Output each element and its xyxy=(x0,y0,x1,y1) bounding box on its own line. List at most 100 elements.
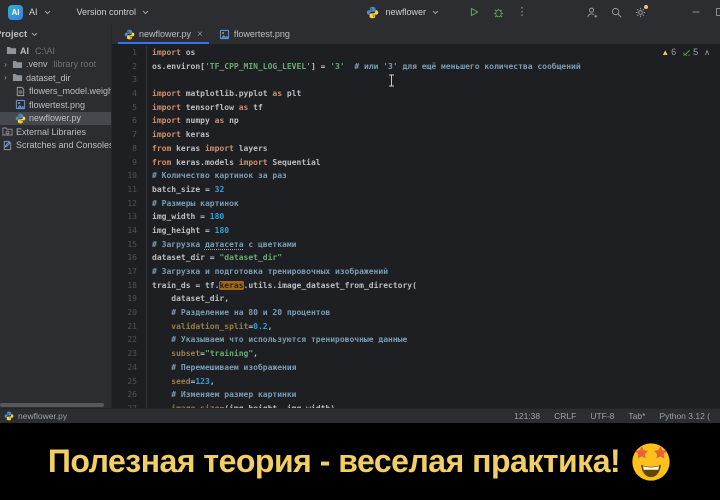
minimize-button[interactable] xyxy=(687,3,705,21)
chevron-right-icon[interactable]: › xyxy=(2,73,9,82)
line-number[interactable]: 18 xyxy=(112,279,146,293)
line-number[interactable]: 24 xyxy=(112,361,146,375)
run-configuration-selector[interactable]: newflower xyxy=(385,7,426,17)
maximize-button[interactable] xyxy=(711,3,720,21)
chevron-right-icon[interactable]: › xyxy=(2,60,9,69)
code-line[interactable]: 17# Загрузка и подготовка тренировочных … xyxy=(112,265,720,279)
code-line[interactable]: 22 # Указываем что используются трениров… xyxy=(112,333,720,347)
tree-item-ai[interactable]: AIC:\AI xyxy=(0,44,111,58)
more-actions-button[interactable]: ⋮ xyxy=(513,3,531,21)
code-line[interactable]: 24 # Перемешиваем изображения xyxy=(112,361,720,375)
code-line[interactable]: 15# Загрузка датасета с цветками xyxy=(112,238,720,252)
code-line[interactable]: 4import matplotlib.pyplot as plt xyxy=(112,87,720,101)
run-button[interactable] xyxy=(465,3,483,21)
line-number[interactable]: 2 xyxy=(112,60,146,74)
status-encoding[interactable]: UTF-8 xyxy=(590,411,614,421)
chevron-down-icon xyxy=(432,10,439,15)
line-number[interactable]: 26 xyxy=(112,388,146,402)
code-line[interactable]: 21 validation_split=0.2, xyxy=(112,320,720,334)
search-everywhere-button[interactable] xyxy=(607,3,625,21)
line-number[interactable]: 25 xyxy=(112,375,146,389)
code-editor[interactable]: 1import os2os.environ['TF_CPP_MIN_LOG_LE… xyxy=(112,44,720,408)
close-icon[interactable]: × xyxy=(197,29,203,40)
code-line[interactable]: 20 # Разделение на 80 и 20 процентов xyxy=(112,306,720,320)
warnings-count[interactable]: ▲ 6 xyxy=(661,47,676,57)
line-number[interactable]: 5 xyxy=(112,101,146,115)
code-line[interactable]: 10# Количество картинок за раз xyxy=(112,169,720,183)
line-number[interactable]: 19 xyxy=(112,292,146,306)
code-line[interactable]: 14img_height = 180 xyxy=(112,224,720,238)
tree-item-label: AI xyxy=(20,46,29,56)
line-number[interactable]: 21 xyxy=(112,320,146,334)
inspections-widget[interactable]: ▲ 6 5 ∧ xyxy=(661,47,710,57)
status-indent[interactable]: Tab* xyxy=(628,411,645,421)
code-line[interactable]: 12# Размеры картинок xyxy=(112,197,720,211)
breadcrumb-file-name[interactable]: newflower.py xyxy=(18,411,67,421)
line-number[interactable]: 7 xyxy=(112,128,146,142)
line-number[interactable]: 11 xyxy=(112,183,146,197)
project-widget-label[interactable]: AI xyxy=(29,7,38,17)
code-line[interactable]: 5import tensorflow as tf xyxy=(112,101,720,115)
code-line[interactable]: 3 xyxy=(112,73,720,87)
navigation-breadcrumb[interactable]: newflower.py xyxy=(4,411,67,421)
code-lines: 1import os2os.environ['TF_CPP_MIN_LOG_LE… xyxy=(112,46,720,408)
tree-item-flowertest-png[interactable]: flowertest.png xyxy=(0,98,111,112)
line-number[interactable]: 12 xyxy=(112,197,146,211)
vcs-widget-label[interactable]: Version control xyxy=(77,7,137,17)
status-line-ending[interactable]: CRLF xyxy=(554,411,576,421)
tree-item-dataset-dir[interactable]: ›dataset_dir xyxy=(0,71,111,85)
code-line[interactable]: 2os.environ['TF_CPP_MIN_LOG_LEVEL'] = '3… xyxy=(112,60,720,74)
code-line[interactable]: 16dataset_dir = "dataset_dir" xyxy=(112,251,720,265)
weak-warnings-count[interactable]: 5 xyxy=(682,47,698,57)
line-number[interactable]: 23 xyxy=(112,347,146,361)
line-number[interactable]: 10 xyxy=(112,169,146,183)
code-line[interactable]: 8from keras import layers xyxy=(112,142,720,156)
status-interpreter[interactable]: Python 3.12 ( xyxy=(659,411,710,421)
settings-button[interactable] xyxy=(631,3,649,21)
line-number[interactable]: 20 xyxy=(112,306,146,320)
tree-item-scratches-and-consoles[interactable]: Scratches and Consoles xyxy=(0,139,111,153)
code-text: # Перемешиваем изображения xyxy=(146,361,720,375)
code-line[interactable]: 27 image_size=(img_height, img_width), xyxy=(112,402,720,408)
code-line[interactable]: 9from keras.models import Sequential xyxy=(112,156,720,170)
line-number[interactable]: 22 xyxy=(112,333,146,347)
code-line[interactable]: 13img_width = 180 xyxy=(112,210,720,224)
tab-newflower-py[interactable]: newflower.py× xyxy=(116,24,211,44)
tab-flowertest-png[interactable]: flowertest.png xyxy=(211,24,298,44)
python-icon xyxy=(124,29,135,40)
line-number[interactable]: 14 xyxy=(112,224,146,238)
line-number[interactable]: 16 xyxy=(112,251,146,265)
code-line[interactable]: 23 subset="training", xyxy=(112,347,720,361)
panel-horizontal-scrollbar[interactable] xyxy=(0,403,104,407)
line-number[interactable]: 17 xyxy=(112,265,146,279)
project-panel-header[interactable]: Project xyxy=(0,24,111,44)
code-line[interactable]: 7import keras xyxy=(112,128,720,142)
code-line[interactable]: 18train_ds = tf.keras.utils.image_datase… xyxy=(112,279,720,293)
tree-item-external-libraries[interactable]: External Libraries xyxy=(0,125,111,139)
code-text: image_size=(img_height, img_width), xyxy=(146,402,720,408)
line-number[interactable]: 8 xyxy=(112,142,146,156)
tree-item-flowers-model-weights-h5[interactable]: flowers_model.weights.h5 xyxy=(0,85,111,99)
debug-button[interactable] xyxy=(489,3,507,21)
status-caret-position[interactable]: 121:38 xyxy=(514,411,540,421)
code-line[interactable]: 6import numpy as np xyxy=(112,114,720,128)
code-text: train_ds = tf.keras.utils.image_dataset_… xyxy=(146,279,720,293)
tree-item-newflower-py[interactable]: newflower.py xyxy=(0,112,111,126)
code-line[interactable]: 26 # Изменяем размер картинки xyxy=(112,388,720,402)
line-number[interactable]: 3 xyxy=(112,73,146,87)
tree-item-venv[interactable]: ›.venvlibrary root xyxy=(0,58,111,72)
code-line[interactable]: 1import os xyxy=(112,46,720,60)
code-line[interactable]: 25 seed=123, xyxy=(112,375,720,389)
line-number[interactable]: 6 xyxy=(112,114,146,128)
code-with-me-button[interactable] xyxy=(583,3,601,21)
line-number[interactable]: 13 xyxy=(112,210,146,224)
code-line[interactable]: 11batch_size = 32 xyxy=(112,183,720,197)
line-number[interactable]: 15 xyxy=(112,238,146,252)
line-number[interactable]: 9 xyxy=(112,156,146,170)
line-number[interactable]: 4 xyxy=(112,87,146,101)
line-number[interactable]: 27 xyxy=(112,402,146,408)
collapse-widget-chevron[interactable]: ∧ xyxy=(704,48,710,57)
code-line[interactable]: 19 dataset_dir, xyxy=(112,292,720,306)
project-avatar[interactable]: AI xyxy=(8,5,23,20)
line-number[interactable]: 1 xyxy=(112,46,146,60)
